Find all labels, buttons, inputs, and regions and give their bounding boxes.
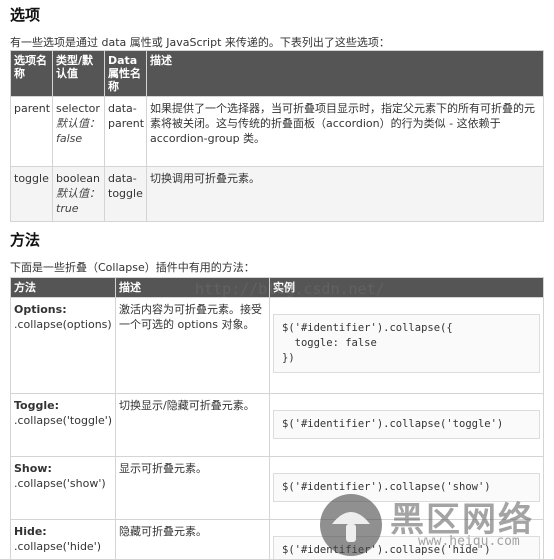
method-call: .collapse(options) bbox=[14, 318, 112, 331]
code-block: $('#identifier').collapse('hide') bbox=[273, 536, 540, 559]
method-call: .collapse('show') bbox=[14, 477, 106, 490]
method-desc: 切换显示/隐藏可折叠元素。 bbox=[115, 393, 270, 457]
method-example: $('#identifier').collapse('toggle') bbox=[269, 393, 544, 457]
option-name: toggle bbox=[10, 166, 53, 222]
method-cell: Options: .collapse(options) bbox=[10, 297, 116, 394]
option-data-attr: data-toggle bbox=[104, 166, 147, 222]
code-block: $('#identifier').collapse({ toggle: fals… bbox=[273, 314, 540, 373]
methods-intro: 下面是一些折叠（Collapse）插件中有用的方法： bbox=[10, 261, 255, 274]
method-example: $('#identifier').collapse({ toggle: fals… bbox=[269, 297, 544, 394]
option-type: boolean 默认值：true bbox=[52, 166, 105, 222]
method-cell: Toggle: .collapse('toggle') bbox=[10, 393, 116, 457]
method-desc: 显示可折叠元素。 bbox=[115, 456, 270, 520]
method-example: $('#identifier').collapse('hide') bbox=[269, 519, 544, 559]
methods-heading: 方法 bbox=[10, 231, 41, 249]
table-row: Hide: .collapse('hide') 隐藏可折叠元素。 $('#ide… bbox=[10, 519, 544, 559]
option-default: 默认值：false bbox=[56, 117, 100, 145]
option-desc: 如果提供了一个选择器，当可折叠项目显示时，指定父元素下的所有可折叠的元素将被关闭… bbox=[146, 96, 544, 167]
col-method: 方法 bbox=[10, 277, 116, 298]
options-intro: 有一些选项是通过 data 属性或 JavaScript 来传递的。下表列出了这… bbox=[10, 36, 390, 49]
table-row: Toggle: .collapse('toggle') 切换显示/隐藏可折叠元素… bbox=[10, 393, 544, 457]
table-row: parent selector 默认值：false data-parent 如果… bbox=[10, 96, 544, 167]
method-name: Toggle: bbox=[14, 399, 59, 412]
code-line: $('#identifier').collapse('show') bbox=[282, 481, 491, 493]
code-line: $('#identifier').collapse('hide') bbox=[282, 544, 491, 556]
method-desc: 激活内容为可折叠元素。接受一个可选的 options 对象。 bbox=[115, 297, 270, 394]
method-name: Hide: bbox=[14, 525, 47, 538]
col-data-attr: Data 属性名称 bbox=[104, 50, 147, 97]
code-line: $('#identifier').collapse({ bbox=[282, 322, 453, 334]
option-default: 默认值：true bbox=[56, 187, 100, 215]
col-example: 实例 bbox=[269, 277, 544, 298]
option-desc: 切换调用可折叠元素。 bbox=[146, 166, 544, 222]
col-type-default: 类型/默认值 bbox=[52, 50, 105, 97]
table-row: Show: .collapse('show') 显示可折叠元素。 $('#ide… bbox=[10, 456, 544, 520]
table-row: Options: .collapse(options) 激活内容为可折叠元素。接… bbox=[10, 297, 544, 394]
method-desc: 隐藏可折叠元素。 bbox=[115, 519, 270, 559]
code-line: }) bbox=[282, 352, 295, 364]
method-call: .collapse('hide') bbox=[14, 540, 102, 553]
method-call: .collapse('toggle') bbox=[14, 414, 113, 427]
col-option-name: 选项名称 bbox=[10, 50, 53, 97]
options-table: 选项名称 类型/默认值 Data 属性名称 描述 parent selector… bbox=[10, 50, 544, 222]
code-line: $('#identifier').collapse('toggle') bbox=[282, 418, 504, 430]
methods-header-row: 方法 描述 实例 bbox=[10, 277, 544, 298]
method-example: $('#identifier').collapse('show') bbox=[269, 456, 544, 520]
code-block: $('#identifier').collapse('toggle') bbox=[273, 410, 540, 439]
option-type: selector 默认值：false bbox=[52, 96, 105, 167]
code-block: $('#identifier').collapse('show') bbox=[273, 473, 540, 502]
option-type-value: selector bbox=[56, 102, 100, 115]
options-header-row: 选项名称 类型/默认值 Data 属性名称 描述 bbox=[10, 50, 544, 97]
methods-table: 方法 描述 实例 Options: .collapse(options) 激活内… bbox=[10, 277, 544, 559]
code-line: toggle: false bbox=[282, 337, 377, 349]
option-type-value: boolean bbox=[56, 172, 100, 185]
method-cell: Show: .collapse('show') bbox=[10, 456, 116, 520]
method-name: Show: bbox=[14, 462, 52, 475]
options-heading: 选项 bbox=[10, 6, 41, 24]
method-name: Options: bbox=[14, 303, 67, 316]
option-data-attr: data-parent bbox=[104, 96, 147, 167]
col-method-desc: 描述 bbox=[115, 277, 270, 298]
method-cell: Hide: .collapse('hide') bbox=[10, 519, 116, 559]
col-description: 描述 bbox=[146, 50, 544, 97]
table-row: toggle boolean 默认值：true data-toggle 切换调用… bbox=[10, 166, 544, 222]
option-name: parent bbox=[10, 96, 53, 167]
